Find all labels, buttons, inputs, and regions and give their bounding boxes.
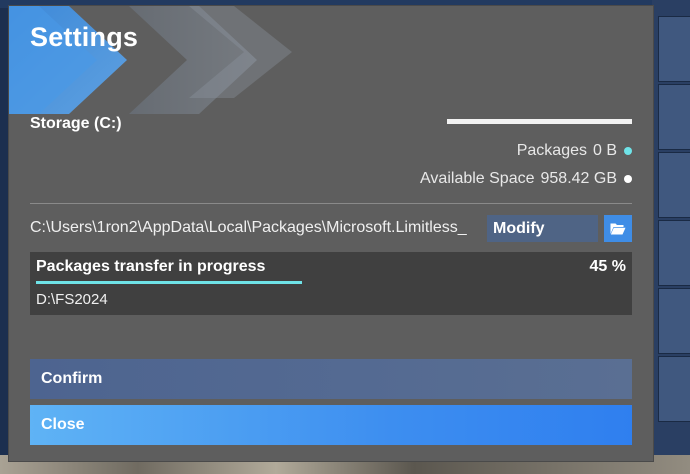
background-window-pane bbox=[658, 16, 690, 82]
dialog-title: Settings bbox=[30, 22, 139, 52]
storage-drive-label: Storage (C:) bbox=[30, 115, 122, 132]
background-window-pane bbox=[658, 220, 690, 286]
folder-open-icon bbox=[610, 223, 626, 235]
transfer-progress-fill bbox=[36, 281, 302, 284]
available-space-legend: Available Space 958.42 GB bbox=[420, 170, 632, 188]
settings-dialog: Settings Storage (C:) Packages 0 B Avail… bbox=[9, 6, 653, 461]
background-window-pane bbox=[658, 84, 690, 150]
close-button[interactable]: Close bbox=[30, 405, 632, 445]
section-divider bbox=[30, 203, 632, 204]
background-window-pane bbox=[658, 152, 690, 218]
transfer-percent: 45 % bbox=[589, 258, 626, 275]
available-space-value: 958.42 GB bbox=[540, 170, 618, 187]
available-legend-dot-icon bbox=[624, 175, 632, 183]
transfer-destination-path: D:\FS2024 bbox=[36, 291, 108, 308]
packages-legend-dot-icon bbox=[624, 147, 632, 155]
packages-label: Packages bbox=[516, 142, 587, 159]
confirm-button[interactable]: Confirm bbox=[30, 359, 632, 399]
install-path-field: C:\Users\1ron2\AppData\Local\Packages\Mi… bbox=[30, 219, 467, 236]
background-window-pane bbox=[658, 288, 690, 354]
transfer-status-title: Packages transfer in progress bbox=[36, 258, 266, 275]
available-space-label: Available Space bbox=[420, 170, 535, 187]
modify-button[interactable]: Modify bbox=[487, 215, 598, 242]
packages-size-value: 0 B bbox=[592, 142, 617, 159]
desktop-background-right bbox=[652, 0, 690, 474]
packages-legend: Packages 0 B bbox=[517, 142, 632, 160]
transfer-progress-bar bbox=[36, 281, 626, 284]
transfer-progress-panel: Packages transfer in progress 45 % D:\FS… bbox=[30, 252, 632, 315]
storage-usage-bar bbox=[447, 119, 632, 124]
background-window-pane bbox=[658, 356, 690, 422]
browse-folder-button[interactable] bbox=[604, 215, 632, 242]
